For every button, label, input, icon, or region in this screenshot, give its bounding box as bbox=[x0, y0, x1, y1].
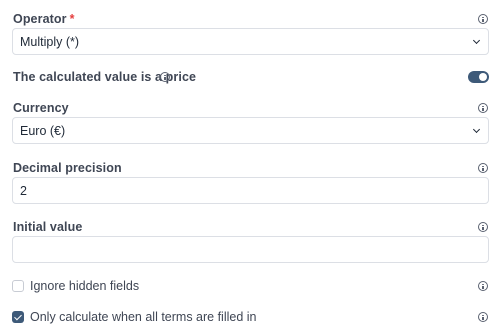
initial-value-label: Initial value bbox=[13, 220, 83, 234]
decimal-precision-input[interactable]: 2 bbox=[12, 177, 489, 204]
info-icon[interactable] bbox=[478, 103, 488, 113]
info-icon[interactable] bbox=[478, 312, 488, 322]
currency-label: Currency bbox=[13, 101, 69, 115]
decimal-precision-value: 2 bbox=[20, 184, 27, 198]
info-icon[interactable] bbox=[478, 281, 488, 291]
decimal-precision-label: Decimal precision bbox=[13, 161, 122, 175]
operator-label: Operator * bbox=[13, 12, 75, 26]
ignore-hidden-label: Ignore hidden fields bbox=[30, 279, 140, 293]
only-filled-label: Only calculate when all terms are filled… bbox=[30, 310, 257, 324]
ignore-hidden-checkbox[interactable] bbox=[12, 280, 24, 292]
initial-value-input[interactable] bbox=[12, 236, 489, 263]
info-icon[interactable] bbox=[478, 14, 488, 24]
toggle-knob bbox=[479, 73, 487, 81]
info-icon[interactable] bbox=[478, 222, 488, 232]
currency-select-value: Euro (€) bbox=[20, 124, 66, 138]
only-filled-checkbox[interactable] bbox=[12, 311, 24, 323]
operator-select[interactable]: Multiply (*) bbox=[12, 28, 489, 55]
info-icon[interactable] bbox=[478, 163, 488, 173]
operator-select-value: Multiply (*) bbox=[20, 35, 80, 49]
chevron-down-icon bbox=[472, 36, 481, 45]
price-toggle[interactable] bbox=[468, 71, 489, 83]
currency-select[interactable]: Euro (€) bbox=[12, 117, 489, 144]
required-mark: * bbox=[69, 12, 75, 26]
info-icon[interactable] bbox=[160, 72, 170, 82]
chevron-down-icon bbox=[472, 125, 481, 134]
